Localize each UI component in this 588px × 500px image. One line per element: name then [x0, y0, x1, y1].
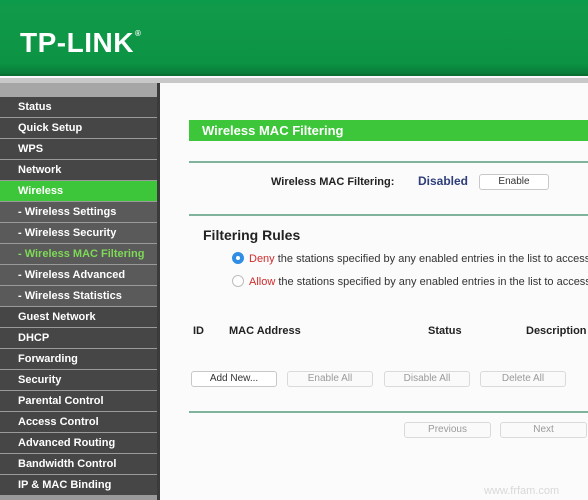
previous-page-button[interactable]: Previous [404, 422, 491, 438]
enable-all-button[interactable]: Enable All [287, 371, 373, 387]
sidebar-item-wireless-security[interactable]: - Wireless Security [0, 223, 157, 244]
sidebar-item-status[interactable]: Status [0, 97, 157, 118]
main-content: Wireless MAC Filtering Wireless MAC Filt… [160, 83, 588, 500]
deny-description: the stations specified by any enabled en… [274, 253, 588, 265]
sidebar-item-quick-setup[interactable]: Quick Setup [0, 118, 157, 139]
sidebar-item-ip-mac-binding[interactable]: IP & MAC Binding [0, 475, 157, 496]
mac-filtering-status-value: Disabled [418, 174, 469, 188]
add-new-button[interactable]: Add New... [191, 371, 277, 387]
sidebar-item-wireless[interactable]: Wireless [0, 181, 157, 202]
sidebar-item-guest-network[interactable]: Guest Network [0, 307, 157, 328]
column-header-description: Description [526, 325, 587, 337]
deny-keyword: Deny [249, 253, 275, 265]
allow-keyword: Allow [249, 276, 276, 288]
tp-link-logo: TP-LINK® [20, 27, 142, 58]
sidebar-item-network[interactable]: Network [0, 160, 157, 181]
sidebar-item-wireless-settings[interactable]: - Wireless Settings [0, 202, 157, 223]
filtering-rules-title: Filtering Rules [203, 227, 301, 243]
next-page-button[interactable]: Next [500, 422, 587, 438]
watermark-text: www.frfam.com [484, 485, 560, 497]
sidebar-item-forwarding[interactable]: Forwarding [0, 349, 157, 370]
column-header-mac-address: MAC Address [229, 325, 301, 337]
sidebar: Status Quick Setup WPS Network Wireless … [0, 83, 157, 500]
sidebar-item-parental-control[interactable]: Parental Control [0, 391, 157, 412]
sidebar-item-access-control[interactable]: Access Control [0, 412, 157, 433]
section-divider [189, 411, 588, 413]
sidebar-top-spacer [0, 83, 157, 97]
sidebar-item-wireless-mac-filtering[interactable]: - Wireless MAC Filtering [0, 244, 157, 265]
delete-all-button[interactable]: Delete All [480, 371, 566, 387]
deny-radio[interactable] [232, 252, 244, 264]
sidebar-item-advanced-routing[interactable]: Advanced Routing [0, 433, 157, 454]
sidebar-item-bandwidth-control[interactable]: Bandwidth Control [0, 454, 157, 475]
disable-all-button[interactable]: Disable All [384, 371, 470, 387]
sidebar-item-wireless-statistics[interactable]: - Wireless Statistics [0, 286, 157, 307]
sidebar-item-wps[interactable]: WPS [0, 139, 157, 160]
mac-filtering-status-label: Wireless MAC Filtering: [271, 176, 395, 188]
allow-description: the stations specified by any enabled en… [275, 276, 588, 288]
sidebar-item-wireless-advanced[interactable]: - Wireless Advanced [0, 265, 157, 286]
allow-radio[interactable] [232, 275, 244, 287]
allow-rule-option[interactable]: Allow the stations specified by any enab… [232, 275, 588, 288]
sidebar-item-security[interactable]: Security [0, 370, 157, 391]
enable-button[interactable]: Enable [479, 174, 549, 190]
column-header-id: ID [193, 325, 204, 337]
sidebar-item-dhcp[interactable]: DHCP [0, 328, 157, 349]
deny-rule-option[interactable]: Deny the stations specified by any enabl… [232, 252, 588, 265]
header-banner: TP-LINK® [0, 0, 588, 76]
section-divider [189, 161, 588, 163]
section-divider [189, 214, 588, 216]
page-title: Wireless MAC Filtering [189, 120, 588, 141]
column-header-status: Status [428, 325, 462, 337]
